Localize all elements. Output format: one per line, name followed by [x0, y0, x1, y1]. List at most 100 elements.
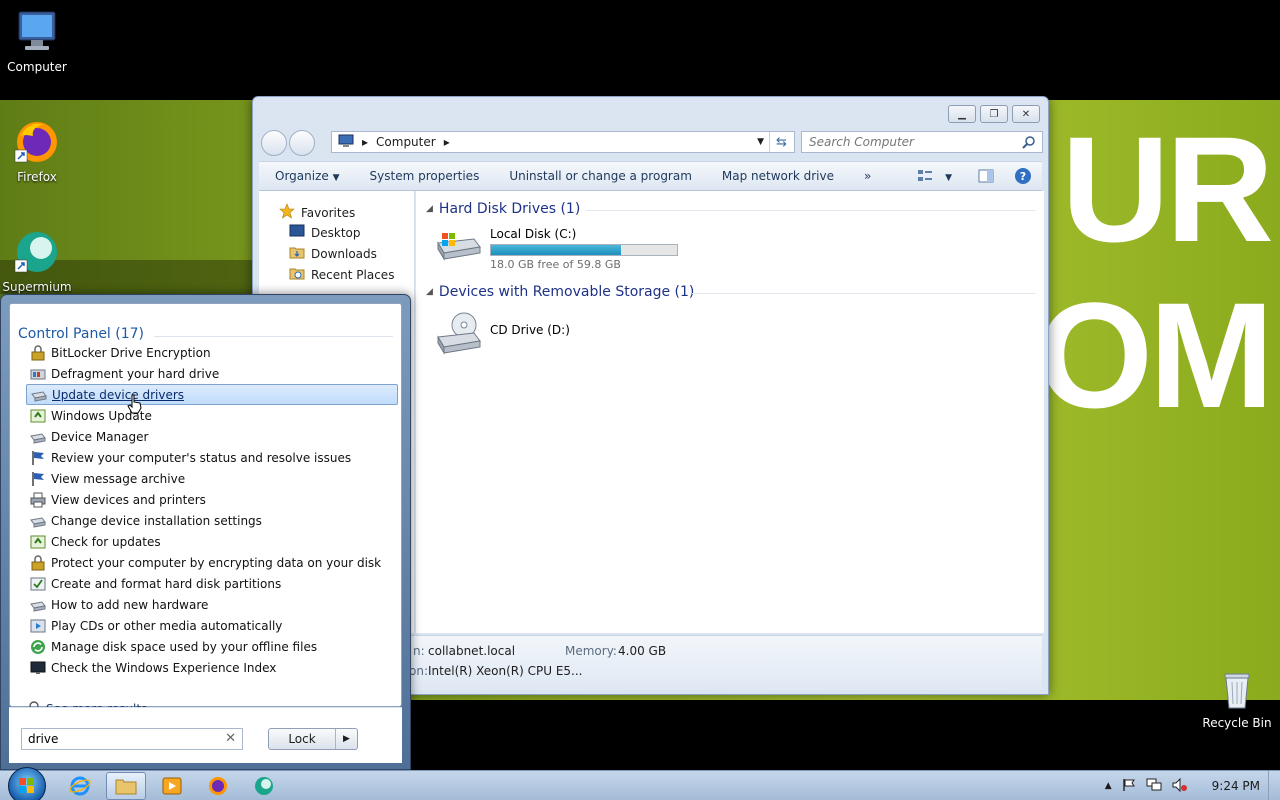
desktop-icon-firefox[interactable]: Firefox	[0, 118, 74, 184]
flag-icon	[30, 471, 46, 487]
firefox-icon	[209, 777, 227, 795]
device-icon	[30, 429, 46, 445]
power-options-arrow-icon[interactable]: ▶	[335, 729, 357, 749]
taskbar-supermium[interactable]	[244, 772, 284, 800]
result-item[interactable]: How to add new hardware	[26, 594, 398, 615]
refresh-button[interactable]: ⇆	[769, 132, 793, 152]
address-bar[interactable]: ▸ Computer ▸ ▼	[331, 131, 795, 153]
close-button[interactable]: ✕	[1012, 105, 1040, 123]
group-header-removable[interactable]: ◢ Devices with Removable Storage (1)	[426, 284, 694, 300]
show-desktop-button[interactable]	[1268, 771, 1280, 800]
result-item-label: Manage disk space used by your offline f…	[51, 639, 318, 654]
search-value: drive	[28, 732, 59, 746]
action-center-flag-icon[interactable]	[1122, 778, 1136, 795]
domain-value: collabnet.local	[428, 644, 516, 658]
map-network-drive-button[interactable]: Map network drive	[722, 169, 834, 183]
result-item[interactable]: Check the Windows Experience Index	[26, 657, 398, 678]
uninstall-program-button[interactable]: Uninstall or change a program	[509, 169, 692, 183]
drive-c-free-space: 18.0 GB free of 59.8 GB	[490, 258, 621, 271]
desktop-icon-label: Computer	[7, 60, 67, 74]
nav-favorites[interactable]: Favorites	[279, 203, 355, 222]
start-menu-bottom: drive ✕ Lock ▶	[9, 707, 402, 763]
preview-pane-icon[interactable]	[978, 169, 994, 186]
clear-search-icon[interactable]: ✕	[225, 731, 236, 746]
device-icon	[31, 387, 47, 403]
nav-downloads[interactable]: Downloads	[289, 245, 377, 262]
window-controls: ▁ ❐ ✕	[948, 105, 1040, 123]
address-dropdown-icon[interactable]: ▼	[757, 137, 764, 147]
section-divider	[154, 336, 393, 337]
result-item[interactable]: Windows Update	[26, 405, 398, 426]
star-icon	[279, 203, 295, 222]
result-item-label: Play CDs or other media automatically	[51, 618, 283, 633]
drive-d[interactable]: CD Drive (D:)	[434, 311, 570, 358]
minimize-button[interactable]: ▁	[948, 105, 976, 123]
breadcrumb-computer[interactable]: Computer	[376, 135, 436, 149]
collapse-icon: ◢	[426, 204, 433, 214]
group-divider	[586, 210, 1036, 211]
result-item[interactable]: View devices and printers	[26, 489, 398, 510]
forward-button[interactable]	[289, 130, 315, 156]
desktop-icon-computer[interactable]: Computer	[0, 8, 74, 74]
recent-places-icon	[289, 266, 305, 283]
more-commands-button[interactable]: »	[864, 169, 871, 183]
maximize-button[interactable]: ❐	[980, 105, 1008, 123]
help-icon[interactable]: ?	[1014, 167, 1032, 188]
supermium-icon	[255, 777, 273, 795]
search-icon[interactable]	[1022, 135, 1036, 152]
start-button[interactable]	[8, 767, 46, 800]
search-input[interactable]: Search Computer	[801, 131, 1043, 153]
result-item[interactable]: BitLocker Drive Encryption	[26, 342, 398, 363]
windows-logo-icon	[19, 778, 34, 793]
nav-label: Favorites	[301, 205, 356, 220]
desktop-icon-label: Supermium	[2, 280, 72, 294]
desktop-icon-supermium[interactable]: Supermium	[0, 228, 74, 294]
network-icon[interactable]	[1146, 778, 1162, 795]
result-item-label: Defragment your hard drive	[51, 366, 220, 381]
nav-label: Downloads	[311, 246, 377, 261]
lock-button[interactable]: Lock ▶	[268, 728, 358, 750]
start-search-input[interactable]: drive ✕	[21, 728, 243, 750]
result-item-label: View message archive	[51, 471, 186, 486]
computer-small-icon	[338, 134, 354, 151]
wallpaper-text: UR	[1061, 105, 1274, 273]
result-item[interactable]: Defragment your hard drive	[26, 363, 398, 384]
result-item[interactable]: Update device drivers	[26, 384, 398, 405]
wallpaper-text: OM	[1036, 271, 1274, 439]
nav-desktop[interactable]: Desktop	[289, 224, 361, 241]
organize-button[interactable]: Organize ▼	[275, 169, 340, 183]
drive-c[interactable]: Local Disk (C:) 18.0 GB free of 59.8 GB	[434, 227, 678, 271]
system-properties-button[interactable]: System properties	[370, 169, 480, 183]
result-item[interactable]: Create and format hard disk partitions	[26, 573, 398, 594]
taskbar-internet-explorer[interactable]	[60, 772, 100, 800]
computer-icon	[13, 8, 61, 56]
svg-text:?: ?	[1020, 170, 1026, 183]
results-section-title[interactable]: Control Panel (17)	[18, 326, 144, 342]
breadcrumb-separator: ▸	[362, 135, 369, 149]
result-item-label: Check for updates	[51, 534, 161, 549]
bitlocker-icon	[30, 344, 46, 361]
taskbar-explorer[interactable]	[106, 772, 146, 800]
clock[interactable]: 9:24 PM	[1212, 779, 1260, 793]
result-item[interactable]: View message archive	[26, 468, 398, 489]
view-dropdown-icon[interactable]: ▼	[945, 173, 952, 183]
result-item[interactable]: Change device installation settings	[26, 510, 398, 531]
result-item[interactable]: Manage disk space used by your offline f…	[26, 636, 398, 657]
supermium-icon	[13, 228, 61, 276]
result-item[interactable]: Check for updates	[26, 531, 398, 552]
close-icon: ✕	[1021, 108, 1031, 120]
result-item[interactable]: Play CDs or other media automatically	[26, 615, 398, 636]
taskbar-firefox[interactable]	[198, 772, 238, 800]
desktop-icon-recycle-bin[interactable]: Recycle Bin	[1200, 668, 1274, 730]
group-header-hard-disks[interactable]: ◢ Hard Disk Drives (1)	[426, 201, 580, 217]
result-item[interactable]: Protect your computer by encrypting data…	[26, 552, 398, 573]
change-view-icon[interactable]	[917, 169, 933, 186]
result-item[interactable]: Review your computer's status and resolv…	[26, 447, 398, 468]
volume-muted-icon[interactable]	[1172, 777, 1188, 795]
show-hidden-icons-icon[interactable]: ▲	[1105, 781, 1112, 791]
back-button[interactable]	[261, 130, 287, 156]
nav-recent-places[interactable]: Recent Places	[289, 266, 394, 283]
group-divider	[692, 293, 1036, 294]
result-item[interactable]: Device Manager	[26, 426, 398, 447]
taskbar-media-player[interactable]	[152, 772, 192, 800]
